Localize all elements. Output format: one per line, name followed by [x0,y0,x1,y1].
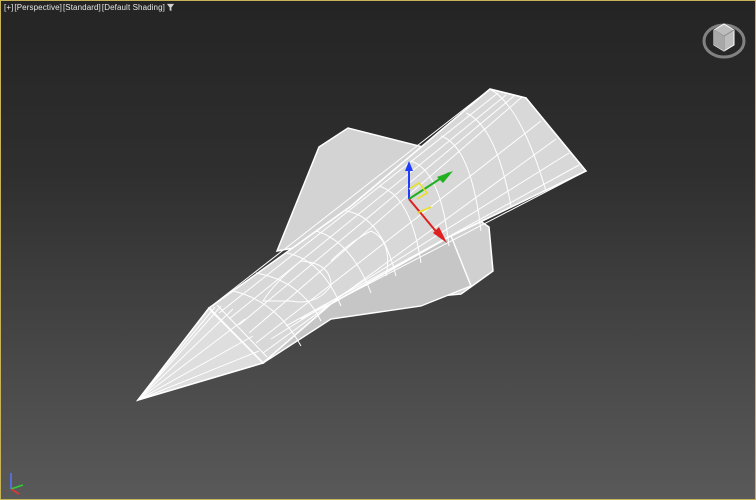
world-axis-icon [5,469,27,495]
wireframe-spaceship-model[interactable] [135,88,588,402]
viewcube-icon[interactable] [701,15,747,61]
perspective-viewport[interactable]: [+] [Perspective] [Standard] [Default Sh… [0,0,756,500]
scene-canvas[interactable] [1,1,756,500]
